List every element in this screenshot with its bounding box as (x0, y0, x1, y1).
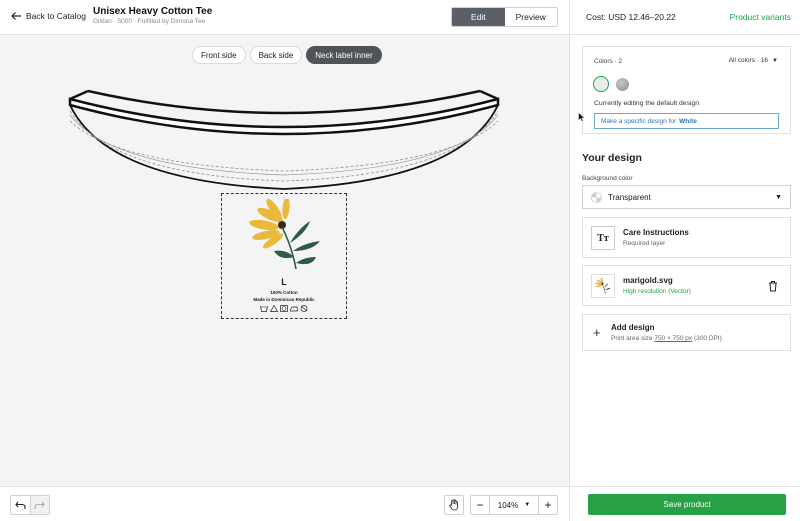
text-layer-icon: Tт (591, 226, 615, 250)
print-area-prefix: Print area size (611, 335, 653, 342)
label-origin: Made in Dominican Republic (253, 297, 315, 302)
label-material: 100% Cotton (270, 290, 298, 295)
cost-text: Cost: USD 12.46–20.22 (586, 12, 676, 22)
label-size: L (281, 277, 287, 287)
zoom-out-button[interactable]: − (471, 496, 489, 514)
bleach-icon (270, 305, 278, 312)
layer-title: marigold.svg (623, 276, 673, 285)
print-area-dpi: (300 DPI) (693, 335, 722, 342)
colors-count-label: Colors · 2 (594, 58, 623, 65)
background-color-value: Transparent (608, 192, 651, 202)
panel-footer: Save product (570, 486, 800, 521)
marigold-thumbnail (591, 274, 615, 298)
editing-default-text: Currently editing the default design (594, 100, 700, 107)
print-area-size-text: Print area size 750 × 750 px (300 DPI) (611, 335, 722, 342)
layer-subtitle: Required layer (623, 240, 666, 247)
specific-design-label: Make a specific design for (601, 117, 677, 125)
edit-button[interactable]: Edit (452, 8, 505, 26)
tumble-dry-icon (280, 305, 288, 312)
top-bar: Back to Catalog Unisex Heavy Cotton Tee … (0, 0, 569, 35)
specific-design-color: White (679, 117, 697, 125)
tab-front-side[interactable]: Front side (192, 46, 246, 64)
arrow-left-icon (11, 12, 21, 20)
layer-title: Care Instructions (623, 228, 689, 237)
zoom-control: − 104% ▼ + (470, 495, 558, 515)
redo-button[interactable] (29, 496, 49, 514)
caret-down-icon: ▼ (775, 193, 782, 201)
zoom-in-button[interactable]: + (539, 496, 557, 514)
plus-icon: + (593, 325, 601, 340)
color-swatch-heather[interactable] (616, 78, 629, 91)
tab-back-side[interactable]: Back side (249, 46, 303, 64)
all-colors-dropdown[interactable]: All colors · 16 ▼ (729, 57, 778, 64)
add-design-button[interactable]: + Add design Print area size 750 × 750 p… (582, 314, 791, 351)
side-tabs: Front side Back side Neck label inner (192, 46, 382, 64)
design-canvas[interactable]: Front side Back side Neck label inner L … (0, 35, 569, 486)
dry-clean-icon (300, 305, 308, 312)
preview-button[interactable]: Preview (504, 8, 557, 26)
marigold-flower-image (249, 199, 320, 270)
pan-tool-button[interactable] (444, 495, 464, 515)
redo-icon (34, 501, 45, 509)
mouse-cursor-icon (578, 112, 585, 122)
undo-icon (15, 501, 26, 509)
shirt-collar (68, 89, 500, 190)
save-product-button[interactable]: Save product (588, 494, 786, 515)
make-specific-design-button[interactable]: Make a specific design for White (594, 113, 779, 129)
layer-marigold[interactable]: marigold.svg High resolution (Vector) (582, 265, 791, 306)
panel-header: Cost: USD 12.46–20.22 Product variants (570, 0, 800, 35)
all-colors-label: All colors · 16 (728, 57, 769, 64)
caret-down-icon: ▼ (524, 502, 531, 508)
canvas-toolbar: − 104% ▼ + (0, 486, 569, 521)
your-design-heading: Your design (582, 152, 642, 164)
tab-neck-label-inner[interactable]: Neck label inner (306, 46, 382, 64)
back-label: Back to Catalog (26, 11, 87, 21)
print-area-dimensions: 750 × 750 px (654, 335, 693, 342)
transparent-icon (591, 191, 602, 203)
undo-redo-group (10, 495, 50, 515)
zoom-level-select[interactable]: 104% ▼ (489, 496, 539, 514)
care-icons (222, 305, 346, 312)
edit-preview-toggle: Edit Preview (451, 7, 558, 27)
layer-care-instructions[interactable]: Tт Care Instructions Required layer (582, 217, 791, 258)
right-panel: Cost: USD 12.46–20.22 Product variants C… (569, 0, 800, 521)
marigold-thumb-icon (595, 277, 611, 294)
hand-icon (448, 499, 458, 511)
background-color-label: Background color (582, 175, 633, 182)
color-swatch-white[interactable] (593, 76, 609, 92)
chevron-down-icon: ▼ (772, 57, 778, 64)
add-design-title: Add design (611, 323, 655, 332)
layer-subtitle: High resolution (Vector) (623, 288, 691, 295)
product-title: Unisex Heavy Cotton Tee (93, 6, 213, 17)
neck-label-print-area[interactable]: L 100% Cotton Made in Dominican Republic (221, 193, 347, 319)
zoom-level-value: 104% (497, 500, 519, 510)
undo-button[interactable] (11, 496, 30, 514)
trash-icon[interactable] (768, 280, 778, 292)
back-to-catalog-link[interactable]: Back to Catalog (10, 10, 86, 22)
product-subtitle: Gildan · 5000 · Fulfilled by Dimona Tee (93, 18, 206, 25)
product-variants-link[interactable]: Product variants (730, 12, 791, 22)
iron-icon (290, 306, 298, 312)
background-color-select[interactable]: Transparent ▼ (582, 185, 791, 209)
wash-icon (260, 305, 268, 312)
colors-card: Colors · 2 All colors · 16 ▼ Currently e… (582, 46, 791, 134)
